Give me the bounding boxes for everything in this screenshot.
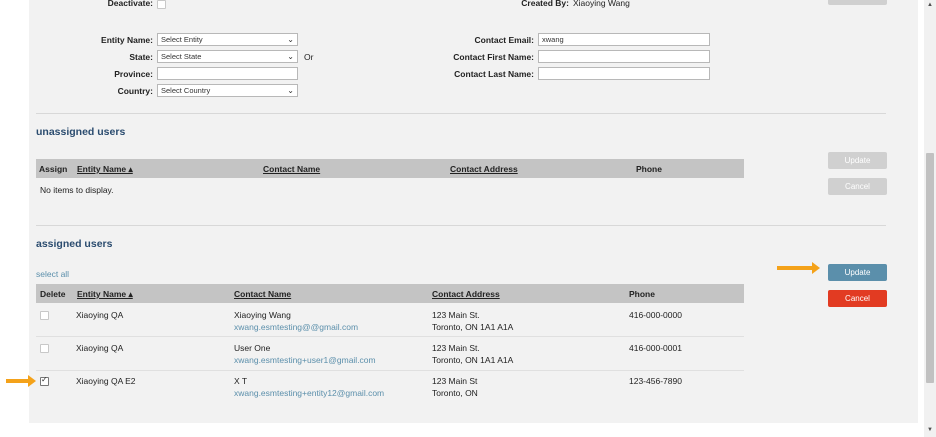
row-contact-email-link[interactable]: xwang.esmtesting+user1@gmail.com	[234, 355, 376, 365]
row-contact-name: X T	[234, 376, 248, 386]
col-contact-name-sort[interactable]: Contact Name	[263, 164, 320, 174]
vertical-scrollbar[interactable]: ▲ ▼	[924, 0, 936, 437]
row-delete-checkbox-checked[interactable]	[40, 375, 49, 386]
row-address-line1: 123 Main St	[432, 376, 478, 386]
unassigned-table-header: Assign Entity Name ▴ Contact Name Contac…	[36, 159, 744, 178]
contact-last-name-input[interactable]	[538, 67, 710, 80]
entity-name-label: Entity Name:	[101, 35, 153, 45]
entity-name-select[interactable]: Select Entity ⌄	[157, 33, 298, 46]
row-phone: 123-456-7890	[629, 376, 682, 386]
created-by-value: Xiaoying Wang	[573, 0, 630, 8]
created-by-label: Created By:	[521, 0, 569, 8]
row-delete-checkbox[interactable]	[40, 311, 49, 320]
annotation-arrow-icon	[777, 262, 820, 274]
row-divider	[36, 370, 744, 371]
scroll-down-icon[interactable]: ▼	[926, 427, 934, 433]
contact-first-name-input[interactable]	[538, 50, 710, 63]
state-select-value: Select State	[161, 52, 202, 61]
row-address-line2: Toronto, ON	[432, 388, 478, 398]
deactivate-label: Deactivate:	[107, 0, 153, 8]
row-contact-name: Xiaoying Wang	[234, 310, 291, 320]
row-address-line1: 123 Main St.	[432, 343, 480, 353]
col-phone: Phone	[636, 164, 662, 174]
assigned-update-button[interactable]: Update	[828, 264, 887, 281]
select-all-link[interactable]: select all	[36, 269, 69, 279]
divider	[36, 113, 886, 114]
deactivate-checkbox[interactable]	[157, 0, 166, 9]
province-input[interactable]	[157, 67, 298, 80]
state-select[interactable]: Select State ⌄	[157, 50, 298, 63]
row-entity-name: Xiaoying QA E2	[76, 376, 136, 386]
entity-name-select-value: Select Entity	[161, 35, 203, 44]
annotation-arrow-icon	[6, 375, 36, 387]
unassigned-cancel-button[interactable]: Cancel	[828, 178, 887, 195]
row-divider	[36, 336, 744, 337]
row-phone: 416-000-0001	[629, 343, 682, 353]
contact-first-name-label: Contact First Name:	[453, 52, 534, 62]
assigned-table-header: Delete Entity Name ▴ Contact Name Contac…	[36, 284, 744, 303]
divider	[36, 225, 886, 226]
contact-email-label: Contact Email:	[474, 35, 534, 45]
scroll-up-icon[interactable]: ▲	[926, 2, 934, 8]
province-label: Province:	[114, 69, 153, 79]
state-label: State:	[129, 52, 153, 62]
row-phone: 416-000-0000	[629, 310, 682, 320]
row-delete-checkbox[interactable]	[40, 344, 49, 353]
contact-last-name-label: Contact Last Name:	[454, 69, 534, 79]
row-contact-name: User One	[234, 343, 271, 353]
row-address-line2: Toronto, ON 1A1 A1A	[432, 322, 514, 332]
country-label: Country:	[117, 86, 153, 96]
chevron-down-icon: ⌄	[287, 86, 294, 95]
scrollbar-thumb[interactable]	[926, 153, 934, 383]
contact-email-input[interactable]: xwang	[538, 33, 710, 46]
col-entity-name-sort[interactable]: Entity Name ▴	[77, 289, 133, 300]
chevron-down-icon: ⌄	[287, 35, 294, 44]
country-select[interactable]: Select Country ⌄	[157, 84, 298, 97]
col-contact-address-sort[interactable]: Contact Address	[450, 164, 518, 174]
row-contact-email-link[interactable]: xwang.esmtesting@@gmail.com	[234, 322, 358, 332]
user-assignment-panel: Deactivate: Created By: Xiaoying Wang En…	[29, 0, 918, 423]
row-entity-name: Xiaoying QA	[76, 343, 124, 353]
assigned-cancel-button[interactable]: Cancel	[828, 290, 887, 307]
country-select-value: Select Country	[161, 86, 211, 95]
col-contact-address-sort[interactable]: Contact Address	[432, 289, 500, 299]
col-entity-name-sort[interactable]: Entity Name ▴	[77, 164, 133, 175]
row-entity-name: Xiaoying QA	[76, 310, 124, 320]
top-disabled-button[interactable]	[828, 0, 887, 5]
unassigned-update-button[interactable]: Update	[828, 152, 887, 169]
chevron-down-icon: ⌄	[287, 52, 294, 61]
row-address-line2: Toronto, ON 1A1 A1A	[432, 355, 514, 365]
unassigned-users-title: unassigned users	[36, 126, 126, 138]
or-text: Or	[304, 52, 314, 62]
empty-message: No items to display.	[40, 185, 114, 195]
row-contact-email-link[interactable]: xwang.esmtesting+entity12@gmail.com	[234, 388, 384, 398]
col-phone: Phone	[629, 289, 655, 299]
col-contact-name-sort[interactable]: Contact Name	[234, 289, 291, 299]
assigned-users-title: assigned users	[36, 238, 113, 250]
row-address-line1: 123 Main St.	[432, 310, 480, 320]
col-delete: Delete	[40, 289, 66, 299]
col-assign: Assign	[39, 164, 68, 174]
